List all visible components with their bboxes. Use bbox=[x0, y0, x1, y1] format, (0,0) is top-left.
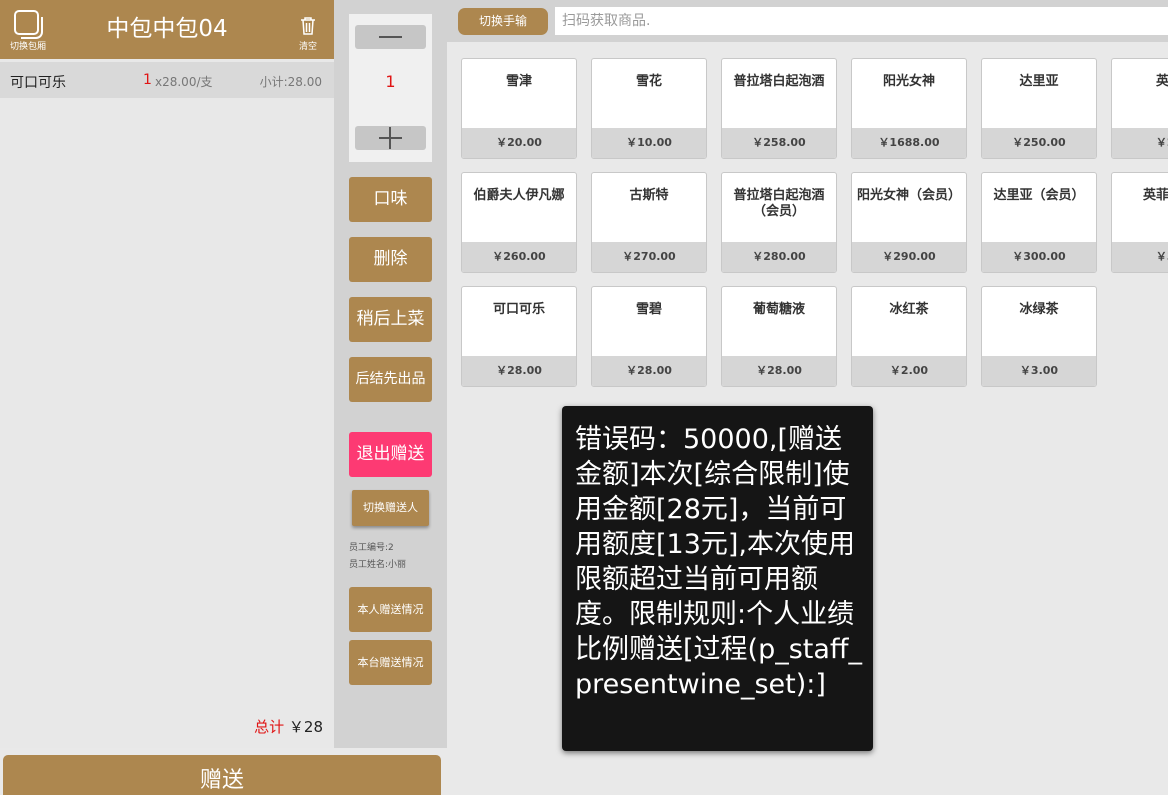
product-price: ￥300.00 bbox=[982, 242, 1096, 272]
manual-input-button[interactable]: 切换手输 bbox=[458, 8, 548, 35]
switch-room-icon bbox=[14, 10, 43, 39]
product-card[interactable]: 雪碧 ￥28.00 bbox=[591, 286, 707, 387]
product-name: 可口可乐 bbox=[492, 302, 545, 317]
product-price: ￥3.00 bbox=[982, 356, 1096, 386]
product-card[interactable]: 葡萄糖液 ￥28.00 bbox=[721, 286, 837, 387]
delete-button[interactable]: 删除 bbox=[349, 237, 432, 282]
app-root: 切换包厢 中包中包04 清空 可口可乐 1 x28.00/支 小计:28.00 … bbox=[0, 0, 1168, 795]
product-name: 阳光女神（会员） bbox=[856, 188, 961, 203]
quantity-stepper: 1 bbox=[349, 14, 432, 162]
table-present-button[interactable]: 本台赠送情况 bbox=[349, 640, 432, 685]
trash-icon bbox=[301, 17, 315, 35]
product-card[interactable]: 冰红茶 ￥2.00 bbox=[851, 286, 967, 387]
staff-name: 员工姓名:小丽 bbox=[349, 560, 407, 570]
product-name: 冰红茶 bbox=[889, 302, 929, 317]
product-card[interactable]: 普拉塔白起泡酒（会员） ￥280.00 bbox=[721, 172, 837, 273]
product-name: 英菲 bbox=[1155, 74, 1168, 89]
product-price: ￥28.00 bbox=[722, 356, 836, 386]
order-item-price: x28.00/支 bbox=[155, 75, 213, 89]
clear-label: 清空 bbox=[298, 42, 317, 52]
scan-input[interactable] bbox=[555, 7, 1168, 35]
product-card[interactable]: 可口可乐 ￥28.00 bbox=[461, 286, 577, 387]
present-button[interactable]: 赠送 bbox=[3, 755, 441, 795]
product-price: ￥1688.00 bbox=[852, 128, 966, 158]
product-price: ￥258.00 bbox=[722, 128, 836, 158]
product-name: 冰绿茶 bbox=[1019, 302, 1059, 317]
clear-button[interactable]: 清空 bbox=[294, 16, 322, 53]
product-card[interactable]: 阳光女神（会员） ￥290.00 bbox=[851, 172, 967, 273]
product-price: ￥270.00 bbox=[592, 242, 706, 272]
order-item-name: 可口可乐 bbox=[10, 75, 66, 91]
product-price: ￥290.00 bbox=[852, 242, 966, 272]
product-name: 伯爵夫人伊凡娜 bbox=[473, 188, 565, 203]
product-price: ￥250.00 bbox=[982, 128, 1096, 158]
product-name: 雪花 bbox=[635, 74, 662, 89]
product-price: ￥10.00 bbox=[592, 128, 706, 158]
total-label: 总计 bbox=[254, 718, 285, 736]
product-price: ￥28.00 bbox=[462, 356, 576, 386]
order-item-subtotal: 小计:28.00 bbox=[259, 75, 322, 89]
product-price: ￥2.00 bbox=[852, 356, 966, 386]
order-item-row[interactable]: 可口可乐 1 x28.00/支 小计:28.00 bbox=[0, 62, 334, 98]
total-amount: ￥28 bbox=[288, 718, 323, 736]
order-panel: 切换包厢 中包中包04 清空 可口可乐 1 x28.00/支 小计:28.00 … bbox=[0, 0, 334, 748]
product-price: ￥25 bbox=[1112, 128, 1168, 158]
product-card[interactable]: 普拉塔白起泡酒 ￥258.00 bbox=[721, 58, 837, 159]
my-present-button[interactable]: 本人赠送情况 bbox=[349, 587, 432, 632]
product-card[interactable]: 英菲尼托 ￥31 bbox=[1111, 172, 1168, 273]
product-card[interactable]: 雪花 ￥10.00 bbox=[591, 58, 707, 159]
product-price: ￥31 bbox=[1112, 242, 1168, 272]
product-name: 普拉塔白起泡酒（会员） bbox=[733, 188, 825, 219]
error-toast: 错误码：50000,[赠送金额]本次[综合限制]使用金额[28元]，当前可用额度… bbox=[562, 406, 873, 751]
product-name: 古斯特 bbox=[629, 188, 669, 203]
serve-later-button[interactable]: 稍后上菜 bbox=[349, 297, 432, 342]
product-card[interactable]: 古斯特 ￥270.00 bbox=[591, 172, 707, 273]
order-header: 切换包厢 中包中包04 清空 bbox=[0, 0, 334, 59]
product-name: 雪碧 bbox=[635, 302, 662, 317]
product-card[interactable]: 伯爵夫人伊凡娜 ￥260.00 bbox=[461, 172, 577, 273]
product-price: ￥260.00 bbox=[462, 242, 576, 272]
switch-presenter-button[interactable]: 切换赠送人 bbox=[352, 490, 429, 526]
product-name: 英菲尼托 bbox=[1142, 188, 1168, 203]
product-card[interactable]: 冰绿茶 ￥3.00 bbox=[981, 286, 1097, 387]
product-price: ￥28.00 bbox=[592, 356, 706, 386]
staff-number: 员工编号:2 bbox=[349, 543, 394, 553]
flavor-button[interactable]: 口味 bbox=[349, 177, 432, 222]
product-name: 达里亚 bbox=[1019, 74, 1059, 89]
product-card[interactable]: 阳光女神 ￥1688.00 bbox=[851, 58, 967, 159]
tool-column: 1 口味 删除 稍后上菜 后结先出品 退出赠送 切换赠送人 员工编号:2 员工姓… bbox=[334, 0, 447, 748]
product-name: 阳光女神 bbox=[882, 74, 935, 89]
exit-present-button[interactable]: 退出赠送 bbox=[349, 432, 432, 477]
product-name: 达里亚（会员） bbox=[993, 188, 1085, 203]
present-button-label: 赠送 bbox=[199, 768, 244, 793]
qty-value: 1 bbox=[385, 72, 396, 91]
switch-room-label: 切换包厢 bbox=[9, 42, 46, 52]
settle-first-button[interactable]: 后结先出品 bbox=[349, 357, 432, 402]
search-bar: 切换手输 bbox=[447, 0, 1168, 42]
product-card[interactable]: 达里亚（会员） ￥300.00 bbox=[981, 172, 1097, 273]
product-card[interactable]: 雪津 ￥20.00 bbox=[461, 58, 577, 159]
product-name: 雪津 bbox=[505, 74, 532, 89]
product-price: ￥20.00 bbox=[462, 128, 576, 158]
product-name: 葡萄糖液 bbox=[752, 302, 805, 317]
product-name: 普拉塔白起泡酒 bbox=[733, 74, 825, 89]
switch-room-button[interactable]: 切换包厢 bbox=[8, 10, 52, 60]
product-price: ￥280.00 bbox=[722, 242, 836, 272]
qty-plus-button[interactable] bbox=[355, 126, 426, 150]
order-item-qty: 1 bbox=[143, 72, 152, 88]
product-card[interactable]: 英菲 ￥25 bbox=[1111, 58, 1168, 159]
product-card[interactable]: 达里亚 ￥250.00 bbox=[981, 58, 1097, 159]
room-title: 中包中包04 bbox=[106, 16, 228, 42]
order-total: 总计 ￥28 bbox=[254, 716, 323, 737]
qty-minus-button[interactable] bbox=[355, 25, 426, 49]
